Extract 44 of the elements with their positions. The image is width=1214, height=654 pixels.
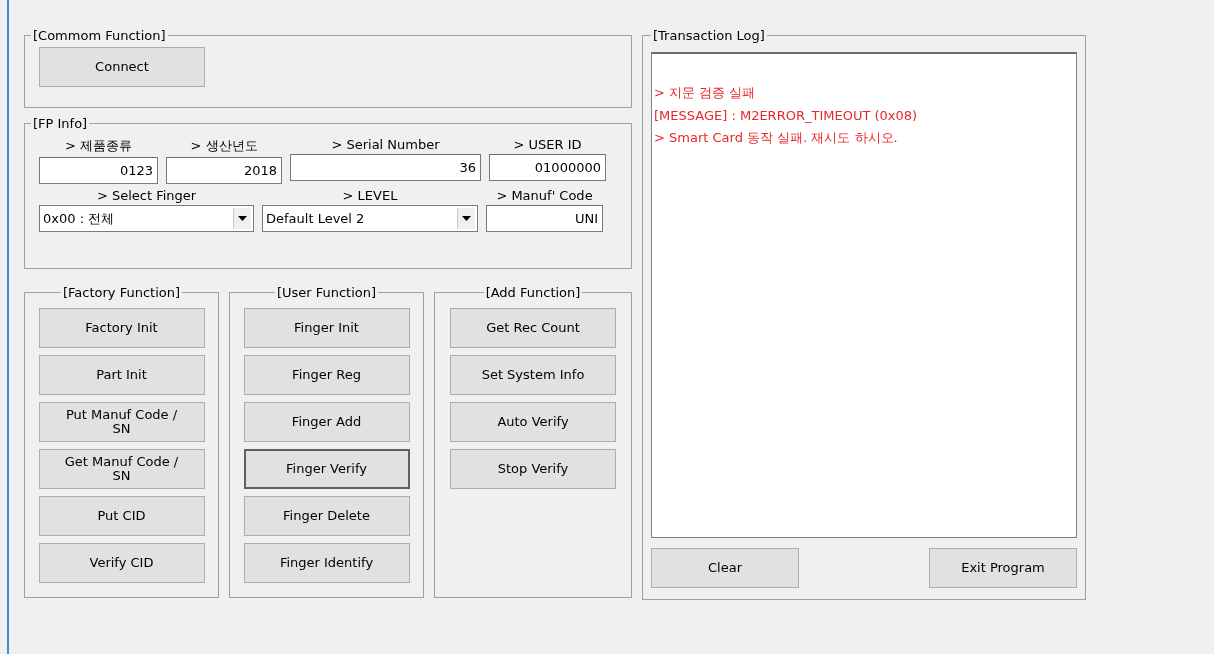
exit-button[interactable]: Exit Program [929,548,1077,588]
function-button[interactable]: Finger Reg [243,355,410,395]
group-title: [Factory Function] [61,285,182,300]
clear-button[interactable]: Clear [651,548,799,588]
function-button[interactable]: Finger Identify [243,543,410,583]
input-field[interactable]: 36 [290,154,481,181]
field-label: > 생산년도 [189,137,259,155]
function-button[interactable]: Put CID [38,496,205,536]
dropdown-field[interactable]: 0x00 : 전체 [39,205,254,232]
function-button[interactable]: Verify CID [38,543,205,583]
group-title: [FP Info] [32,116,89,131]
function-button[interactable]: Part Init [38,355,205,395]
function-button[interactable]: Finger Init [243,308,410,348]
input-field[interactable]: 01000000 [489,154,606,181]
field-label: > Select Finger [95,188,198,203]
function-button[interactable]: Auto Verify [450,402,616,442]
function-button[interactable]: Finger Add [243,402,410,442]
function-button[interactable]: Finger Verify [243,449,410,489]
field-label: > Manuf' Code [495,188,594,203]
input-field[interactable]: UNI [486,205,603,232]
connect-button[interactable]: Connect [39,47,205,87]
log-line: [MESSAGE] : M2ERROR_TIMEOUT (0x08) [654,108,919,123]
field-label: > LEVEL [341,188,399,203]
caret-down-icon [238,216,247,221]
field-label: > 제품종류 [64,137,133,155]
group-title: [Add Function] [484,285,582,300]
function-button[interactable]: Get Rec Count [450,308,616,348]
function-button[interactable]: Factory Init [38,308,205,348]
caret-down-icon [462,216,471,221]
function-button[interactable]: Finger Delete [243,496,410,536]
function-button[interactable]: Set System Info [450,355,616,395]
log-line: > 지문 검증 실패 [654,84,757,102]
group-title: [User Function] [275,285,378,300]
field-label: > Serial Number [330,137,441,152]
function-button[interactable]: Get Manuf Code / SN [38,449,205,489]
dropdown-field[interactable]: Default Level 2 [262,205,478,232]
input-field[interactable]: 0123 [39,157,158,184]
function-button[interactable]: Put Manuf Code / SN [38,402,205,442]
function-button[interactable]: Stop Verify [450,449,616,489]
group-title: [Transaction Log] [652,28,766,43]
log-line: > Smart Card 동작 실패. 재시도 하시오. [654,129,899,147]
field-label: > USER ID [512,137,583,152]
input-field[interactable]: 2018 [166,157,282,184]
group-title: [Commom Function] [32,28,167,43]
